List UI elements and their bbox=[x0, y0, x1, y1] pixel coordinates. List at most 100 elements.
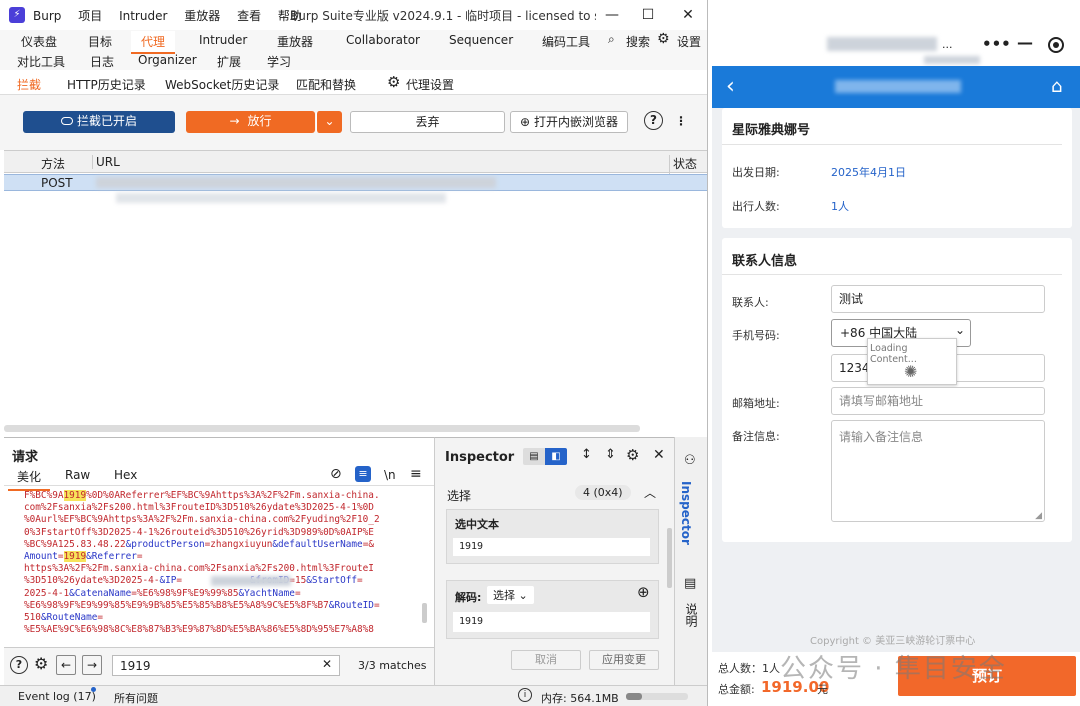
sidebar-tab-inspector[interactable]: Inspector bbox=[679, 481, 693, 545]
newline-toggle[interactable]: \n bbox=[384, 468, 396, 482]
tab-websocket-history[interactable]: WebSocket历史记录 bbox=[165, 76, 279, 93]
tab-target[interactable]: 目标 bbox=[88, 33, 112, 50]
menu-burp[interactable]: Burp bbox=[33, 9, 61, 23]
main-tabs: 仪表盘 目标 代理 Intruder 重放器 Collaborator Sequ… bbox=[0, 30, 707, 70]
watermark: 公众号 · 隼目安全 bbox=[780, 654, 1007, 684]
sidebar-tab-notes[interactable]: 说明 bbox=[683, 603, 700, 627]
forward-dropdown-button[interactable]: ⌄ bbox=[316, 111, 342, 133]
tab-intruder[interactable]: Intruder bbox=[199, 33, 247, 47]
forward-label: 放行 bbox=[247, 114, 272, 128]
decoded-value[interactable]: 1919 bbox=[453, 612, 650, 632]
more-options-icon[interactable]: ⋮ bbox=[674, 111, 688, 133]
add-icon[interactable]: ⊕ bbox=[637, 583, 650, 601]
settings-label[interactable]: 设置 bbox=[677, 33, 701, 50]
info-icon[interactable]: i bbox=[518, 688, 532, 702]
menu-icon[interactable]: ≡ bbox=[410, 466, 422, 482]
inspector-panel: Inspector ▤ ◧ ↕ ⇕ ⚙ ✕ 选择 4 (0x4) ︿ 选中文本 … bbox=[434, 437, 674, 685]
tab-pretty[interactable]: 美化 bbox=[8, 468, 51, 491]
vertical-scrollbar[interactable] bbox=[422, 603, 427, 623]
table-row[interactable]: POST bbox=[4, 174, 707, 191]
inspector-icon[interactable]: ⚇ bbox=[684, 453, 696, 468]
tab-logger[interactable]: 日志 bbox=[90, 53, 114, 70]
more-options-icon[interactable]: ••• bbox=[982, 35, 1011, 53]
gear-icon[interactable]: ⚙ bbox=[387, 73, 400, 91]
tab-comparer[interactable]: 对比工具 bbox=[17, 53, 65, 70]
tab-learn[interactable]: 学习 bbox=[267, 53, 291, 70]
forward-button[interactable]: → 放行 bbox=[186, 111, 315, 133]
tab-hex[interactable]: Hex bbox=[114, 468, 137, 482]
tab-sequencer[interactable]: Sequencer bbox=[449, 33, 513, 47]
minimize-icon[interactable]: — bbox=[1017, 33, 1033, 52]
expand-icon[interactable]: ↕ bbox=[581, 447, 592, 462]
event-log-link[interactable]: Event log (17) bbox=[18, 690, 96, 703]
minimize-icon[interactable]: — bbox=[602, 5, 622, 25]
open-browser-button[interactable]: ⊕ 打开内嵌浏览器 bbox=[510, 111, 628, 133]
search-value: 1919 bbox=[120, 659, 151, 673]
wrap-icon[interactable]: ≡ bbox=[355, 466, 371, 482]
chevron-up-icon[interactable]: ︿ bbox=[644, 484, 656, 501]
all-issues-link[interactable]: 所有问题 bbox=[114, 690, 158, 706]
proxy-subtabs: 拦截 HTTP历史记录 WebSocket历史记录 匹配和替换 ⚙ 代理设置 bbox=[0, 70, 707, 98]
status-bar: Event log (17) 所有问题 i 内存: 564.1MB bbox=[0, 685, 707, 706]
header-method[interactable]: 方法 bbox=[41, 155, 65, 172]
notes-icon[interactable]: ▤ bbox=[684, 576, 696, 591]
collapse-icon[interactable]: ⇕ bbox=[605, 447, 616, 462]
menu-project[interactable]: 项目 bbox=[78, 9, 102, 23]
tab-raw[interactable]: Raw bbox=[65, 468, 90, 482]
intercept-toggle-button[interactable]: 拦截已开启 bbox=[23, 111, 175, 133]
remark-textarea[interactable]: 请输入备注信息 ◢ bbox=[831, 420, 1045, 522]
next-match-button[interactable]: → bbox=[82, 655, 102, 675]
clear-icon[interactable]: ✕ bbox=[322, 657, 332, 671]
menu-intruder[interactable]: Intruder bbox=[119, 9, 167, 23]
tab-collaborator[interactable]: Collaborator bbox=[346, 33, 420, 47]
decode-select[interactable]: 选择 ⌄ bbox=[487, 586, 534, 604]
layout-list-icon[interactable]: ▤ bbox=[523, 448, 545, 465]
drop-button[interactable]: 丢弃 bbox=[350, 111, 505, 133]
menu-view[interactable]: 查看 bbox=[237, 9, 261, 23]
eye-slash-icon[interactable]: ⊘ bbox=[330, 466, 342, 482]
selected-text-value[interactable]: 1919 bbox=[453, 538, 650, 556]
close-target-icon[interactable] bbox=[1048, 37, 1064, 53]
ship-name: 星际雅典娜号 bbox=[732, 123, 811, 138]
menu-repeater[interactable]: 重放器 bbox=[184, 9, 220, 23]
gear-icon[interactable]: ⚙ bbox=[626, 446, 639, 464]
home-icon[interactable]: ⌂ bbox=[1051, 76, 1062, 97]
redacted-subtitle bbox=[924, 56, 980, 64]
tab-proxy-settings[interactable]: 代理设置 bbox=[406, 76, 454, 93]
gear-icon[interactable]: ⚙ bbox=[657, 31, 670, 47]
contact-input[interactable]: 测试 bbox=[831, 285, 1045, 313]
tab-organizer[interactable]: Organizer bbox=[138, 53, 197, 67]
prev-match-button[interactable]: ← bbox=[56, 655, 76, 675]
close-icon[interactable]: ✕ bbox=[678, 5, 698, 25]
tab-repeater[interactable]: 重放器 bbox=[277, 33, 313, 50]
redacted-title bbox=[827, 37, 937, 51]
cancel-button[interactable]: 取消 bbox=[511, 650, 581, 670]
redacted-url bbox=[96, 177, 496, 188]
gear-icon[interactable]: ⚙ bbox=[34, 654, 48, 673]
inspector-scrollbar[interactable] bbox=[667, 528, 672, 588]
request-body[interactable]: F%BC%9A1919%0D%0AReferrer%EF%BC%9Ahttps%… bbox=[24, 490, 426, 642]
search-label[interactable]: 搜索 bbox=[626, 33, 650, 50]
back-icon[interactable]: ‹ bbox=[726, 74, 735, 99]
horizontal-scrollbar[interactable] bbox=[4, 425, 640, 432]
help-icon[interactable]: ? bbox=[10, 656, 28, 674]
tab-decoder[interactable]: 编码工具 bbox=[542, 33, 590, 50]
chevron-down-icon: ⌄ bbox=[954, 323, 965, 337]
header-url[interactable]: URL bbox=[92, 155, 120, 169]
maximize-icon[interactable]: ☐ bbox=[638, 5, 658, 25]
tab-http-history[interactable]: HTTP历史记录 bbox=[67, 76, 146, 93]
globe-icon: ⊕ bbox=[519, 115, 531, 129]
help-icon[interactable]: ? bbox=[644, 111, 663, 130]
search-input[interactable]: 1919 bbox=[112, 655, 340, 676]
email-input[interactable]: 请填写邮箱地址 bbox=[831, 387, 1045, 415]
tab-extensions[interactable]: 扩展 bbox=[217, 53, 241, 70]
depart-value: 2025年4月1日 bbox=[831, 166, 906, 179]
layout-split-icon[interactable]: ◧ bbox=[545, 448, 567, 465]
tab-proxy[interactable]: 代理 bbox=[131, 31, 176, 54]
tab-dashboard[interactable]: 仪表盘 bbox=[21, 33, 57, 50]
apply-changes-button[interactable]: 应用变更 bbox=[589, 650, 659, 670]
resize-handle-icon[interactable]: ◢ bbox=[1035, 511, 1042, 521]
tab-match-replace[interactable]: 匹配和替换 bbox=[296, 76, 356, 93]
close-icon[interactable]: ✕ bbox=[653, 447, 665, 463]
search-icon[interactable]: ⌕ bbox=[608, 32, 615, 47]
